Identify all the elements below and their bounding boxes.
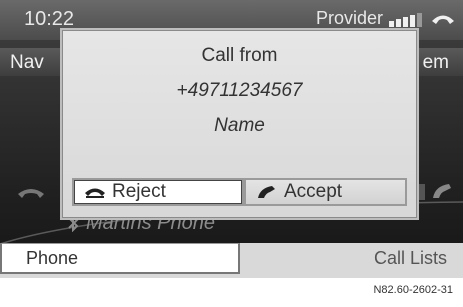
tab-phone[interactable]: Phone xyxy=(0,243,240,274)
status-provider: Provider xyxy=(315,8,383,28)
phone-status-icon xyxy=(432,15,454,24)
caller-number: +49711234567 xyxy=(176,80,303,101)
accept-button[interactable]: Accept xyxy=(244,178,407,206)
phone-handset-icon xyxy=(258,186,275,198)
dialog-title: Call from xyxy=(201,45,278,66)
signal-strength-icon xyxy=(389,13,425,27)
menu-item-system[interactable]: em xyxy=(423,52,449,74)
menu-item-nav[interactable]: Nav xyxy=(10,52,44,74)
caller-name: Name xyxy=(214,115,265,136)
tab-call-lists[interactable]: Call Lists xyxy=(240,243,463,274)
reject-label: Reject xyxy=(112,181,166,202)
phone-hangup-icon xyxy=(85,188,105,198)
incoming-call-dialog: Call from +49711234567 Name Reject Accep… xyxy=(60,28,419,220)
bottom-tab-bar: Phone Call Lists xyxy=(0,243,463,278)
reject-button[interactable]: Reject xyxy=(72,178,244,206)
figure-reference: N82.60-2602-31 xyxy=(373,284,453,296)
phone-hangup-icon xyxy=(18,189,44,198)
accept-label: Accept xyxy=(284,181,343,202)
